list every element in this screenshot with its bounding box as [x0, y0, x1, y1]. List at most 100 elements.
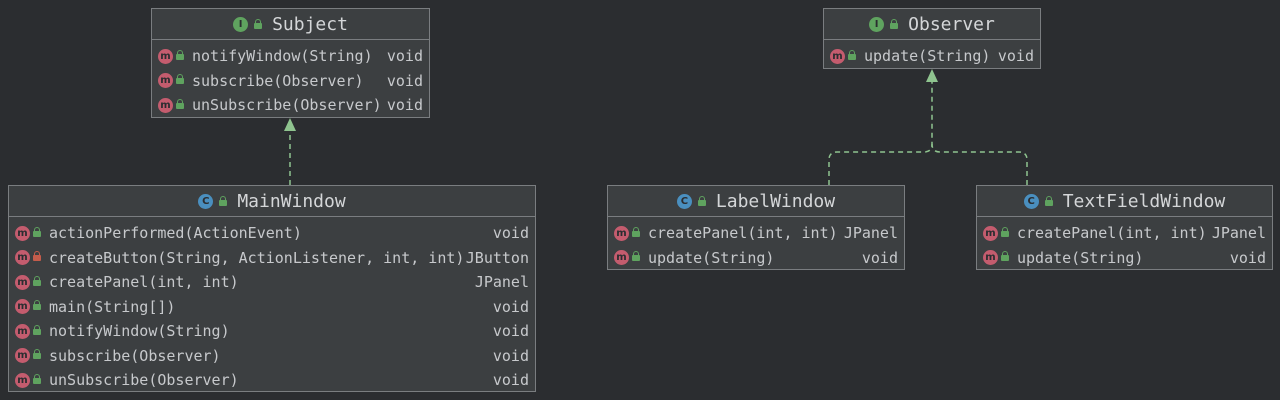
- method-name: update(String): [864, 47, 991, 66]
- edge-labelwindow-observer: [828, 82, 933, 185]
- method-row[interactable]: m subscribe(Observer) void: [152, 69, 429, 94]
- public-lock-icon: [176, 49, 184, 61]
- method-icon: m: [15, 323, 30, 339]
- class-box-subject[interactable]: I Subject m notifyWindow(String) void m …: [151, 8, 430, 118]
- class-header: C LabelWindow: [608, 186, 904, 217]
- class-name: Subject: [272, 13, 348, 35]
- method-icon: m: [15, 348, 30, 364]
- class-icon: C: [198, 193, 214, 209]
- public-lock-icon: [33, 373, 41, 385]
- interface-icon: I: [869, 16, 885, 32]
- method-row[interactable]: m unSubscribe(Observer) void: [152, 93, 429, 118]
- arrowhead-subject: [284, 118, 296, 131]
- public-lock-icon: [33, 300, 41, 311]
- private-lock-icon: [33, 251, 41, 262]
- return-type: void: [386, 96, 423, 115]
- public-lock-icon: [890, 18, 899, 30]
- class-box-mainwindow[interactable]: C MainWindow m actionPerformed(ActionEve…: [8, 185, 536, 392]
- return-type: void: [861, 248, 898, 267]
- method-name: createPanel(int, int): [648, 224, 838, 243]
- method-row[interactable]: m update(String) void: [824, 44, 1040, 69]
- method-name: unSubscribe(Observer): [192, 96, 382, 115]
- return-type: JPanel: [474, 273, 529, 292]
- method-row[interactable]: m main(String[]) void: [9, 295, 535, 320]
- method-row[interactable]: m createPanel(int, int) JPanel: [608, 221, 904, 246]
- return-type: void: [492, 297, 529, 316]
- class-name: LabelWindow: [715, 190, 836, 212]
- method-icon: m: [158, 48, 173, 64]
- method-name: createPanel(int, int): [1017, 224, 1207, 243]
- method-icon: m: [830, 48, 845, 64]
- method-name: notifyWindow(String): [49, 322, 230, 341]
- method-row[interactable]: m update(String) void: [977, 246, 1272, 271]
- return-type: void: [492, 371, 529, 390]
- public-lock-icon: [697, 195, 706, 207]
- method-name: actionPerformed(ActionEvent): [49, 224, 302, 243]
- method-row[interactable]: m subscribe(Observer) void: [9, 344, 535, 369]
- class-name: Observer: [908, 13, 995, 35]
- class-box-labelwindow[interactable]: C LabelWindow m createPanel(int, int) JP…: [607, 185, 905, 270]
- method-icon: m: [158, 73, 173, 89]
- return-type: JPanel: [843, 224, 898, 243]
- public-lock-icon: [848, 49, 856, 61]
- class-header: C TextFieldWindow: [977, 186, 1272, 217]
- return-type: void: [492, 322, 529, 341]
- class-box-textfieldwindow[interactable]: C TextFieldWindow m createPanel(int, int…: [976, 185, 1273, 270]
- method-row[interactable]: m actionPerformed(ActionEvent) void: [9, 221, 535, 246]
- method-row[interactable]: m notifyWindow(String) void: [9, 319, 535, 344]
- method-name: update(String): [648, 248, 775, 267]
- return-type: void: [386, 71, 423, 90]
- method-name: createPanel(int, int): [49, 273, 239, 292]
- edge-textfieldwindow-observer: [931, 143, 1028, 185]
- return-type: void: [492, 346, 529, 365]
- method-icon: m: [983, 225, 998, 241]
- method-icon: m: [158, 97, 173, 113]
- public-lock-icon: [219, 195, 228, 207]
- method-icon: m: [983, 250, 998, 266]
- method-icon: m: [15, 225, 30, 241]
- public-lock-icon: [1001, 251, 1009, 262]
- return-type: JPanel: [1211, 224, 1266, 243]
- method-row[interactable]: m createPanel(int, int) JPanel: [977, 221, 1272, 246]
- return-type: void: [492, 224, 529, 243]
- method-row[interactable]: m createPanel(int, int) JPanel: [9, 270, 535, 295]
- public-lock-icon: [33, 275, 41, 287]
- public-lock-icon: [1001, 226, 1009, 238]
- public-lock-icon: [632, 226, 640, 238]
- return-type: void: [386, 47, 423, 66]
- class-name: TextFieldWindow: [1062, 190, 1226, 212]
- return-type: void: [1229, 248, 1266, 267]
- public-lock-icon: [176, 74, 184, 85]
- method-name: createButton(String, ActionListener, int…: [49, 248, 465, 267]
- method-name: subscribe(Observer): [49, 346, 221, 365]
- method-row[interactable]: m createButton(String, ActionListener, i…: [9, 246, 535, 271]
- method-row[interactable]: m update(String) void: [608, 246, 904, 271]
- class-icon: C: [1023, 193, 1039, 209]
- method-name: subscribe(Observer): [192, 71, 364, 90]
- return-type: void: [997, 47, 1034, 66]
- public-lock-icon: [632, 251, 640, 262]
- method-icon: m: [614, 250, 629, 266]
- method-icon: m: [15, 372, 30, 388]
- method-icon: m: [15, 274, 30, 290]
- class-box-observer[interactable]: I Observer m update(String) void: [823, 8, 1041, 69]
- class-name: MainWindow: [237, 190, 346, 212]
- public-lock-icon: [33, 226, 41, 238]
- method-name: unSubscribe(Observer): [49, 371, 239, 390]
- method-name: notifyWindow(String): [192, 47, 373, 66]
- method-icon: m: [614, 225, 629, 241]
- return-type: JButton: [465, 248, 529, 267]
- method-row[interactable]: m notifyWindow(String) void: [152, 44, 429, 69]
- method-name: main(String[]): [49, 297, 176, 316]
- public-lock-icon: [254, 18, 263, 30]
- class-header: C MainWindow: [9, 186, 535, 217]
- public-lock-icon: [176, 98, 184, 110]
- class-header: I Subject: [152, 9, 429, 40]
- arrowhead-observer: [926, 69, 938, 82]
- public-lock-icon: [1044, 195, 1053, 207]
- method-icon: m: [15, 250, 30, 266]
- class-header: I Observer: [824, 9, 1040, 40]
- interface-icon: I: [233, 16, 249, 32]
- method-row[interactable]: m unSubscribe(Observer) void: [9, 368, 535, 393]
- class-icon: C: [676, 193, 692, 209]
